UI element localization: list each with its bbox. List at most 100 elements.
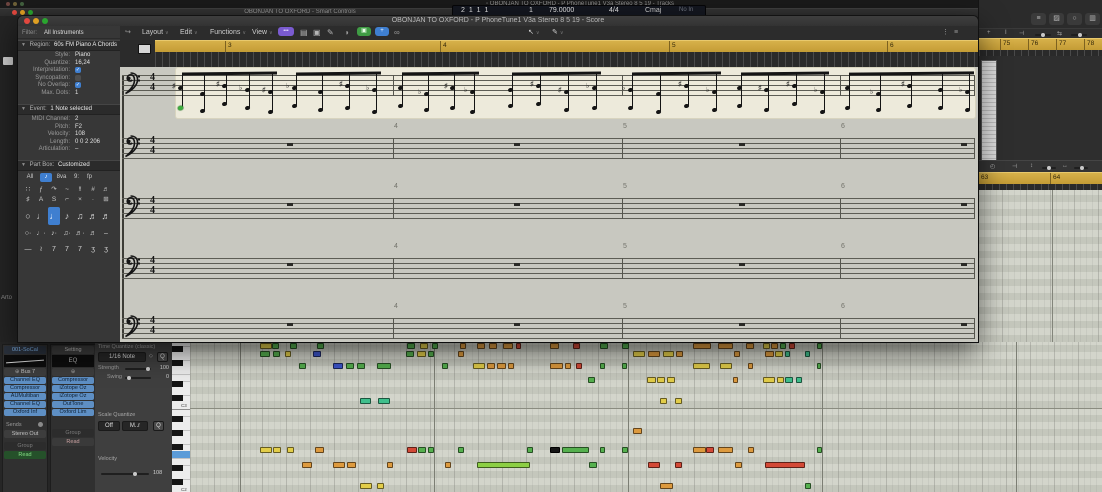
scale-root-select[interactable]: Off	[98, 421, 120, 431]
midi-note[interactable]	[290, 343, 297, 349]
parameter-value[interactable]: 16,24	[75, 60, 90, 66]
disclosure-triangle[interactable]: ▼	[21, 42, 26, 48]
midi-note[interactable]	[777, 377, 784, 383]
parameter-value[interactable]: 108	[75, 131, 85, 137]
black-key[interactable]	[172, 430, 183, 436]
lcd-key-signature[interactable]: Cmaj	[645, 7, 661, 14]
midi-note[interactable]	[360, 398, 371, 404]
partbox-symbol[interactable]: ×	[74, 195, 86, 204]
pr-h-zoom-slider[interactable]	[1074, 166, 1088, 170]
partbox-symbol[interactable]: S	[48, 195, 60, 204]
menu-view[interactable]: View ∨	[252, 26, 273, 40]
view-toggle-icon[interactable]: ▥	[1085, 13, 1100, 25]
plugin-slot[interactable]: Channel EQ	[4, 401, 46, 408]
event-section-header[interactable]: ▼ Event: 1 Note selected	[18, 104, 120, 115]
midi-note[interactable]	[735, 462, 742, 468]
partbox-symbol[interactable]: ⌐	[61, 195, 73, 204]
midi-note[interactable]	[765, 351, 774, 357]
pr-h-zoom-knob[interactable]	[1080, 166, 1084, 170]
midi-note[interactable]	[746, 343, 754, 349]
partbox-duration[interactable]: ♪	[61, 207, 73, 225]
midi-note[interactable]	[527, 447, 533, 453]
parameter-checkbox[interactable]	[75, 74, 81, 81]
group-button[interactable]: Group	[52, 429, 94, 437]
pianoroll-note-grid[interactable]	[190, 342, 1102, 492]
score-close-button[interactable]	[24, 18, 30, 24]
midi-note[interactable]	[377, 483, 384, 489]
midi-note[interactable]	[675, 398, 682, 404]
black-key[interactable]	[172, 465, 183, 471]
autoscroll-button[interactable]: +	[375, 27, 389, 36]
cycle-mode-icon[interactable]: ◑	[344, 26, 349, 40]
v-resize-icon[interactable]: ↕	[1030, 163, 1033, 169]
midi-note[interactable]	[817, 447, 822, 453]
parameter-value[interactable]: 1	[75, 90, 78, 96]
parameter-value[interactable]: F2	[75, 124, 82, 130]
partbox-duration[interactable]: ♫·	[61, 227, 73, 241]
midi-note[interactable]	[589, 462, 597, 468]
midi-note[interactable]	[763, 343, 770, 349]
region-section-header[interactable]: ▼ Region: 60s FM Piano A Chords	[18, 40, 120, 51]
partbox-symbol[interactable]: A	[35, 195, 47, 204]
parameter-value[interactable]: 0 0 2 206	[75, 139, 100, 145]
score-minimize-button[interactable]	[33, 18, 39, 24]
midi-note[interactable]	[428, 447, 434, 453]
midi-note[interactable]	[317, 343, 324, 349]
selected-key-f2[interactable]	[172, 451, 190, 458]
midi-note[interactable]	[733, 377, 738, 383]
midi-note[interactable]	[315, 447, 324, 453]
midi-note[interactable]	[796, 377, 802, 383]
midi-note[interactable]	[748, 363, 753, 369]
partbox-symbol[interactable]: ‼	[74, 185, 86, 194]
partbox-duration[interactable]: ʒ	[87, 243, 99, 257]
midi-note[interactable]	[458, 447, 464, 453]
midi-note[interactable]	[748, 447, 754, 453]
midi-note[interactable]	[347, 462, 356, 468]
midi-note[interactable]	[573, 343, 580, 349]
page-view-icon[interactable]: ▣	[313, 26, 321, 40]
score-zoom-button[interactable]	[42, 18, 48, 24]
partbox-tab[interactable]: 8va	[54, 173, 69, 182]
strength-slider[interactable]	[125, 367, 151, 371]
plugin-slot[interactable]: iZotope Oz	[52, 385, 94, 392]
midi-note[interactable]	[805, 483, 811, 489]
black-key[interactable]	[172, 360, 183, 366]
catch-icon[interactable]: ↪	[125, 26, 131, 40]
pointer-tool-icon[interactable]: I	[1005, 30, 1007, 36]
partbox-duration[interactable]: ♬	[100, 207, 112, 225]
link-mode-icon[interactable]: ∞	[394, 26, 400, 40]
midi-note[interactable]	[706, 447, 714, 453]
scale-apply-button[interactable]: Q	[153, 421, 164, 431]
goto-end-icon[interactable]: ⊣	[1012, 163, 1017, 170]
midi-note[interactable]	[763, 377, 775, 383]
scale-mode-select[interactable]: M..r	[122, 421, 148, 431]
midi-note[interactable]	[420, 343, 428, 349]
midi-note[interactable]	[260, 447, 272, 453]
partbox-duration[interactable]: ○·	[22, 227, 34, 241]
midi-note[interactable]	[660, 483, 673, 489]
midi-note[interactable]	[633, 351, 645, 357]
midi-note[interactable]	[600, 363, 605, 369]
partbox-duration[interactable]: 7	[74, 243, 86, 257]
more-options-icon[interactable]: ⋮	[942, 26, 949, 40]
midi-note[interactable]	[648, 462, 660, 468]
time-quantize-value[interactable]: 1/16 Note	[98, 352, 146, 362]
cycle-icon[interactable]: ◴	[990, 163, 995, 170]
midi-note[interactable]	[272, 343, 279, 349]
velocity-knob[interactable]	[133, 472, 137, 476]
midi-note[interactable]	[588, 377, 595, 383]
midi-note[interactable]	[660, 398, 667, 404]
lcd-time-signature[interactable]: 4/4	[609, 7, 619, 14]
midi-note[interactable]	[273, 447, 281, 453]
automation-mode-button[interactable]: Read	[4, 451, 46, 459]
midi-note[interactable]	[565, 363, 571, 369]
midi-note[interactable]	[775, 351, 783, 357]
snap-icon[interactable]: ⊣	[1019, 30, 1024, 37]
midi-note[interactable]	[477, 343, 485, 349]
midi-note[interactable]	[765, 462, 805, 468]
midi-note[interactable]	[657, 377, 665, 383]
partbox-symbol[interactable]: ♯	[22, 195, 34, 204]
score-canvas[interactable]: 4 4 4 4 4 5 6 4 4 4 5 6 4 4 4 5 6 4 4 4 5 6 ♯ ♯ ♭ ♯ ♭ ♯ ♭ ♭ ♯ ♭ ♯ ♯ ♭ ♭ ♯ ♭ ♯ ♯…	[120, 67, 978, 342]
pencil-mode-icon[interactable]: ✎	[327, 26, 334, 40]
black-key[interactable]	[172, 381, 183, 387]
